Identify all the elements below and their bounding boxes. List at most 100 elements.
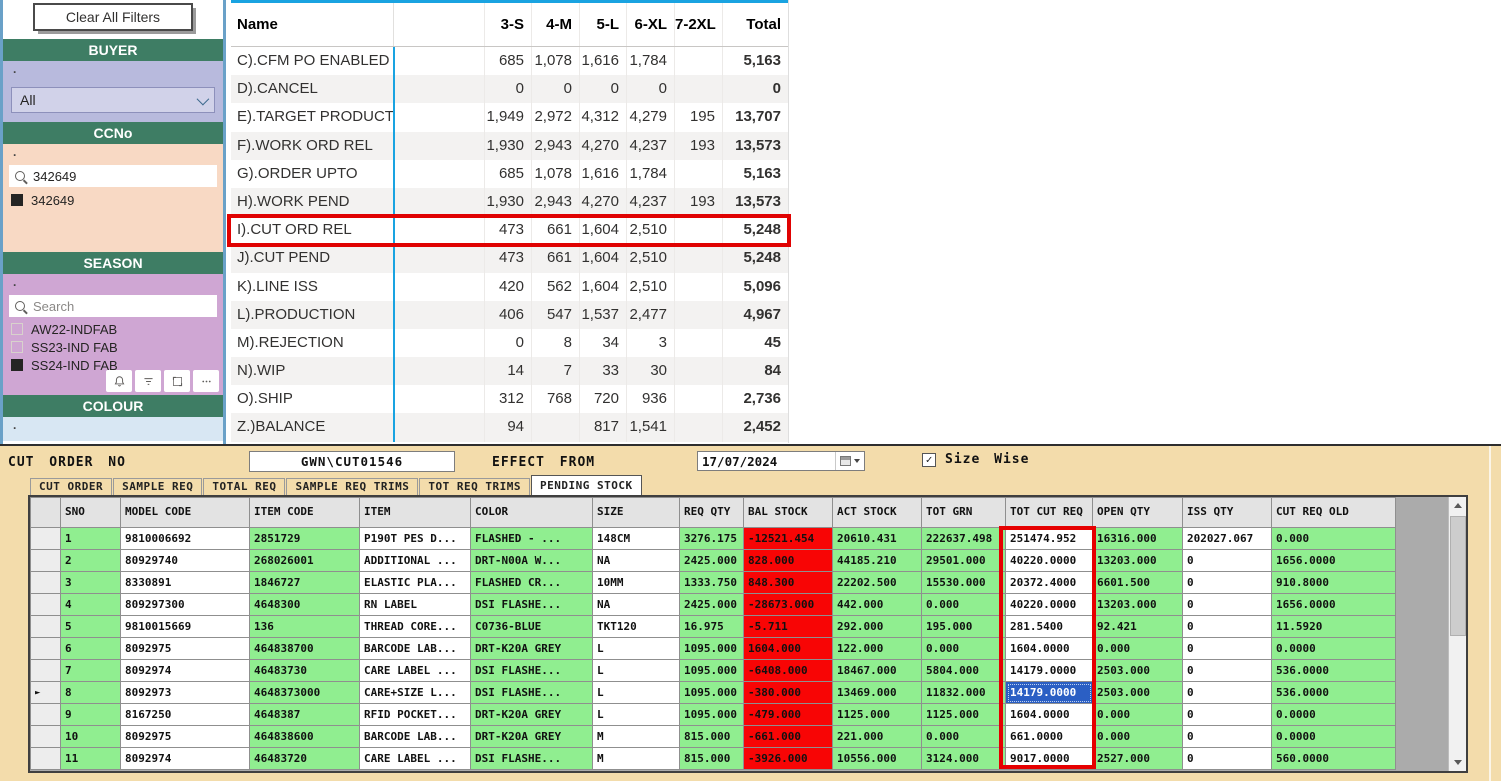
grid-cell-req[interactable]: 1095.000 [680, 638, 744, 660]
row-selector[interactable] [31, 704, 61, 726]
grid-col-bal-stock[interactable]: BAL STOCK [744, 498, 833, 528]
checkbox-icon[interactable] [11, 194, 23, 206]
grid-cell-size[interactable]: L [593, 660, 680, 682]
grid-cell-req[interactable]: 16.975 [680, 616, 744, 638]
grid-cell-model[interactable]: 8092973 [121, 682, 250, 704]
focus-mode-icon[interactable] [164, 370, 190, 392]
tab-pending-stock[interactable]: PENDING STOCK [531, 475, 642, 495]
grid-cell-sno[interactable]: 9 [61, 704, 121, 726]
grid-cell-open[interactable]: 2503.000 [1093, 660, 1183, 682]
grid-cell-bal[interactable]: -28673.000 [744, 594, 833, 616]
ccno-item[interactable]: 342649 [9, 191, 217, 209]
grid-cell-iss[interactable]: 0 [1183, 594, 1272, 616]
row-selector-header[interactable] [31, 498, 61, 528]
effect-from-datepicker[interactable]: 17/07/2024 [697, 451, 865, 471]
grid-cell-cut[interactable]: 14179.0000 [1006, 660, 1093, 682]
grid-cell-code[interactable]: 4648300 [250, 594, 360, 616]
grid-cell-sno[interactable]: 3 [61, 572, 121, 594]
grid-cell-old[interactable]: 560.0000 [1272, 748, 1396, 770]
grid-cell-req[interactable]: 2425.000 [680, 594, 744, 616]
grid-cell-item[interactable]: CARE LABEL ... [360, 660, 471, 682]
grid-cell-model[interactable]: 8092974 [121, 748, 250, 770]
grid-cell-iss[interactable]: 0 [1183, 682, 1272, 704]
datepicker-dropdown[interactable] [835, 452, 864, 470]
tab-sample-req-trims[interactable]: SAMPLE REQ TRIMS [286, 478, 418, 495]
grid-cell-model[interactable]: 8092974 [121, 660, 250, 682]
grid-col-iss-qty[interactable]: ISS QTY [1183, 498, 1272, 528]
grid-cell-bal[interactable]: -6408.000 [744, 660, 833, 682]
grid-cell-model[interactable]: 8330891 [121, 572, 250, 594]
season-search-input[interactable]: Search [9, 295, 217, 317]
grid-col-color[interactable]: COLOR [471, 498, 593, 528]
grid-cell-item[interactable]: THREAD CORE... [360, 616, 471, 638]
grid-cell-act[interactable]: 22202.500 [833, 572, 922, 594]
grid-col-open-qty[interactable]: OPEN QTY [1093, 498, 1183, 528]
grid-cell-sno[interactable]: 7 [61, 660, 121, 682]
grid-cell-model[interactable]: 9810015669 [121, 616, 250, 638]
grid-cell-cut[interactable]: 1604.0000 [1006, 704, 1093, 726]
tab-total-req[interactable]: TOTAL REQ [203, 478, 285, 495]
grid-cell-grn[interactable]: 29501.000 [922, 550, 1006, 572]
grid-cell-sno[interactable]: 4 [61, 594, 121, 616]
grid-cell-act[interactable]: 292.000 [833, 616, 922, 638]
grid-cell-iss[interactable]: 202027.067 [1183, 528, 1272, 550]
grid-cell-open[interactable]: 2527.000 [1093, 748, 1183, 770]
grid-cell-item[interactable]: P190T PES D... [360, 528, 471, 550]
pivot-row[interactable]: F).WORK ORD REL 1,930 2,943 4,270 4,237 … [231, 132, 788, 160]
grid-cell-act[interactable]: 122.000 [833, 638, 922, 660]
grid-cell-code[interactable]: 136 [250, 616, 360, 638]
pivot-row[interactable]: J).CUT PEND 473 661 1,604 2,510 5,248 [231, 244, 788, 272]
grid-cell-open[interactable]: 0.000 [1093, 638, 1183, 660]
grid-cell-act[interactable]: 442.000 [833, 594, 922, 616]
row-selector[interactable] [31, 638, 61, 660]
grid-cell-open[interactable]: 0.000 [1093, 704, 1183, 726]
grid-cell-open[interactable]: 16316.000 [1093, 528, 1183, 550]
grid-cell-item[interactable]: CARE LABEL ... [360, 748, 471, 770]
grid-cell-cut[interactable]: 14179.0000 [1006, 682, 1093, 704]
pivot-row[interactable]: G).ORDER UPTO 685 1,078 1,616 1,784 5,16… [231, 160, 788, 188]
grid-cell-req[interactable]: 1095.000 [680, 704, 744, 726]
grid-cell-grn[interactable]: 3124.000 [922, 748, 1006, 770]
grid-cell-model[interactable]: 80929740 [121, 550, 250, 572]
grid-cell-cut[interactable]: 1604.0000 [1006, 638, 1093, 660]
grid-cell-color[interactable]: DSI FLASHE... [471, 594, 593, 616]
pivot-row[interactable]: D).CANCEL 0 0 0 0 0 [231, 75, 788, 103]
grid-cell-size[interactable]: NA [593, 550, 680, 572]
grid-col-model-code[interactable]: MODEL CODE [121, 498, 250, 528]
row-selector[interactable] [31, 594, 61, 616]
grid-cell-grn[interactable]: 1125.000 [922, 704, 1006, 726]
pivot-row[interactable]: I).CUT ORD REL 473 661 1,604 2,510 5,248 [231, 216, 788, 244]
grid-cell-size[interactable]: M [593, 726, 680, 748]
scrollbar-thumb[interactable] [1450, 516, 1466, 636]
row-selector[interactable] [31, 550, 61, 572]
grid-col-item-code[interactable]: ITEM CODE [250, 498, 360, 528]
buyer-dropdown[interactable]: All [11, 87, 215, 113]
grid-cell-item[interactable]: BARCODE LAB... [360, 638, 471, 660]
grid-cell-model[interactable]: 809297300 [121, 594, 250, 616]
grid-cell-cut[interactable]: 281.5400 [1006, 616, 1093, 638]
season-item[interactable]: AW22-INDFAB [9, 320, 217, 338]
grid-cell-sno[interactable]: 6 [61, 638, 121, 660]
grid-cell-req[interactable]: 815.000 [680, 748, 744, 770]
grid-cell-color[interactable]: DSI FLASHE... [471, 682, 593, 704]
grid-cell-model[interactable]: 8167250 [121, 704, 250, 726]
size-wise-checkbox[interactable]: ✓ Size Wise [922, 452, 1029, 467]
grid-col-req-qty[interactable]: REQ QTY [680, 498, 744, 528]
grid-col-sno[interactable]: SNO [61, 498, 121, 528]
scroll-down-button[interactable] [1449, 754, 1466, 771]
row-selector[interactable] [31, 528, 61, 550]
pivot-row[interactable]: L).PRODUCTION 406 547 1,537 2,477 4,967 [231, 301, 788, 329]
row-selector[interactable] [31, 616, 61, 638]
grid-cell-old[interactable]: 0.0000 [1272, 726, 1396, 748]
grid-cell-iss[interactable]: 0 [1183, 638, 1272, 660]
grid-cell-act[interactable]: 221.000 [833, 726, 922, 748]
grid-cell-open[interactable]: 13203.000 [1093, 550, 1183, 572]
cut-order-no-input[interactable]: GWN\CUT01546 [249, 451, 455, 472]
grid-cell-code[interactable]: 4648387 [250, 704, 360, 726]
grid-cell-bal[interactable]: -12521.454 [744, 528, 833, 550]
grid-cell-open[interactable]: 2503.000 [1093, 682, 1183, 704]
pivot-row[interactable]: N).WIP 14 7 33 30 84 [231, 357, 788, 385]
grid-cell-color[interactable]: C0736-BLUE [471, 616, 593, 638]
pivot-row[interactable]: O).SHIP 312 768 720 936 2,736 [231, 385, 788, 413]
grid-cell-grn[interactable]: 0.000 [922, 594, 1006, 616]
